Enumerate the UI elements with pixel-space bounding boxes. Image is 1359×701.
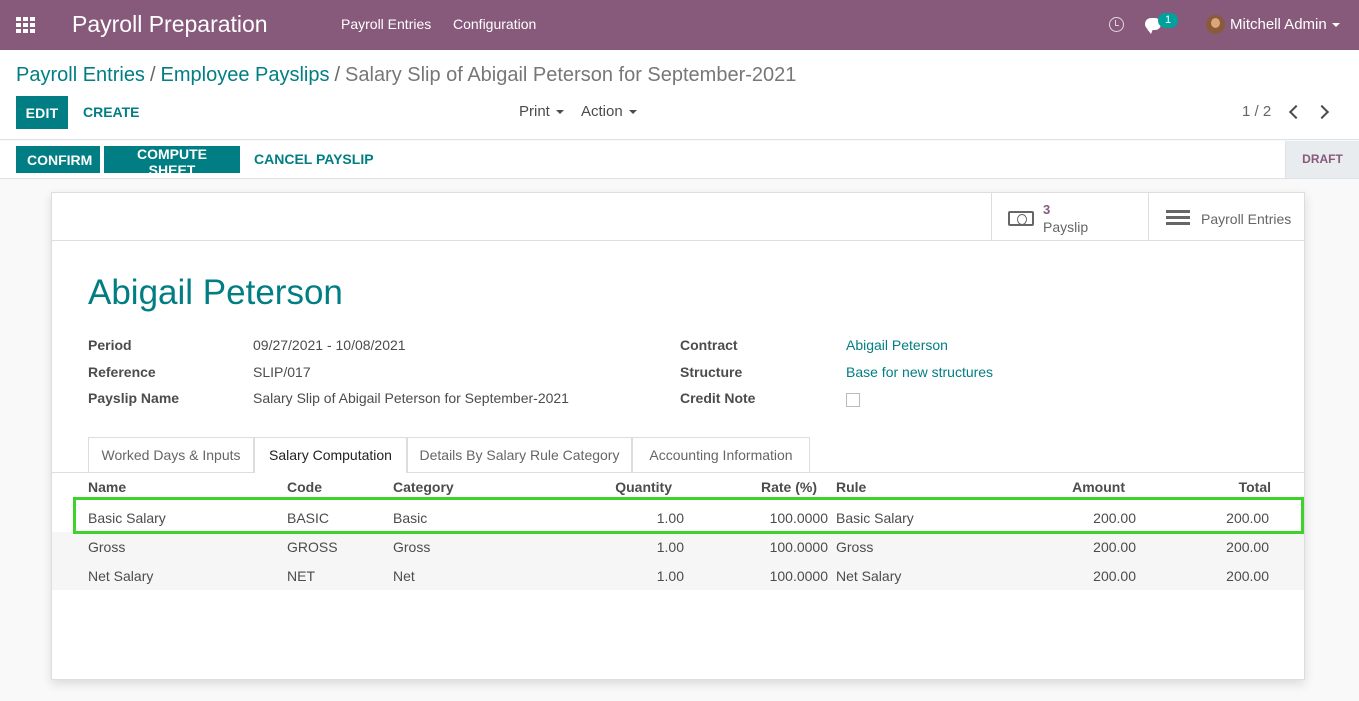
cell-category: Net — [393, 568, 415, 584]
breadcrumb-separator: / — [149, 64, 156, 86]
action-caret-down-icon — [628, 110, 637, 115]
breadcrumb-current: Salary Slip of Abigail Peterson for Sept… — [345, 64, 797, 86]
credit-note-label: Credit Note — [680, 390, 756, 406]
cell-code: NET — [287, 568, 315, 584]
employee-name[interactable]: Abigail Peterson — [88, 273, 343, 313]
cell-name: Gross — [88, 539, 126, 555]
column-header-rule[interactable]: Rule — [836, 479, 866, 495]
credit-note-checkbox[interactable] — [846, 393, 860, 407]
pager-next-icon[interactable] — [1314, 104, 1330, 120]
list-icon — [1166, 210, 1190, 226]
status-draft[interactable]: DRAFT — [1285, 141, 1359, 178]
column-header-amount[interactable]: Amount — [1025, 479, 1125, 495]
cell-total: 200.00 — [1226, 539, 1269, 555]
payroll-entries-smart-button[interactable]: Payroll Entries — [1148, 193, 1304, 241]
breadcrumb-separator: / — [334, 64, 341, 86]
messages-count-badge: 1 — [1158, 13, 1178, 28]
breadcrumb-employee-payslips[interactable]: Employee Payslips — [161, 64, 330, 86]
control-panel: Payroll Entries / Employee Payslips / Salary… — [0, 50, 1359, 140]
compute-sheet-button[interactable]: COMPUTE SHEET — [104, 146, 240, 178]
payslip-smart-button[interactable]: 3 Payslip — [991, 193, 1148, 241]
smart-button-box: 3 Payslip Payroll Entries — [52, 193, 1304, 241]
payslip-count: 3 — [1043, 202, 1051, 217]
cell-rate: 100.0000 — [769, 539, 828, 555]
app-title[interactable]: Payroll Preparation — [72, 11, 268, 38]
breadcrumb-payroll-entries[interactable]: Payroll Entries — [16, 64, 145, 86]
cell-rule: Gross — [836, 539, 874, 555]
tab-details-by-salary-rule-category[interactable]: Details By Salary Rule Category — [407, 437, 632, 472]
column-header-quantity[interactable]: Quantity — [572, 479, 672, 495]
payslip-name-value[interactable]: Salary Slip of Abigail Peterson for Sept… — [253, 390, 569, 406]
cancel-payslip-button[interactable]: CANCEL PAYSLIP — [254, 151, 374, 167]
menu-payroll-entries[interactable]: Payroll Entries — [341, 16, 431, 32]
column-header-rate[interactable]: Rate (%) — [717, 479, 817, 495]
activity-clock-icon[interactable] — [1109, 17, 1124, 32]
reference-label: Reference — [88, 364, 156, 380]
cell-rule: Net Salary — [836, 568, 902, 584]
cell-quantity: 1.00 — [656, 539, 684, 555]
cell-rate: 100.0000 — [769, 568, 828, 584]
cell-quantity: 1.00 — [656, 568, 684, 584]
cell-total: 200.00 — [1226, 568, 1269, 584]
column-header-total[interactable]: Total — [1171, 479, 1271, 495]
tab-accounting-information[interactable]: Accounting Information — [632, 437, 810, 472]
form-sheet: 3 Payslip Payroll Entries Abigail Peters… — [51, 192, 1305, 680]
table-row[interactable]: Gross GROSS Gross 1.00 100.0000 Gross 20… — [52, 532, 1304, 561]
menu-configuration[interactable]: Configuration — [453, 16, 536, 32]
contract-label: Contract — [680, 337, 738, 353]
cell-amount: 200.00 — [1093, 539, 1136, 555]
cell-code: GROSS — [287, 539, 338, 555]
breadcrumb: Payroll Entries / Employee Payslips / Salary… — [16, 64, 796, 87]
create-button[interactable]: CREATE — [83, 104, 140, 120]
top-navbar: Payroll Preparation Payroll Entries Conf… — [0, 0, 1359, 50]
structure-link[interactable]: Base for new structures — [846, 364, 993, 380]
table-row[interactable]: Net Salary NET Net 1.00 100.0000 Net Sal… — [52, 561, 1304, 590]
notebook-tabs: Worked Days & Inputs Salary Computation … — [52, 437, 1304, 473]
contract-link[interactable]: Abigail Peterson — [846, 337, 948, 353]
cell-amount: 200.00 — [1093, 568, 1136, 584]
cell-name: Net Salary — [88, 568, 154, 584]
print-dropdown[interactable]: Print — [519, 103, 564, 120]
user-avatar[interactable] — [1206, 15, 1225, 34]
user-menu[interactable]: Mitchell Admin — [1230, 16, 1327, 33]
column-header-name[interactable]: Name — [88, 479, 126, 495]
payroll-entries-label: Payroll Entries — [1201, 211, 1292, 227]
tab-worked-days-inputs[interactable]: Worked Days & Inputs — [88, 437, 254, 472]
confirm-button[interactable]: CONFIRM — [16, 146, 100, 173]
pager-previous-icon[interactable] — [1288, 104, 1304, 120]
payslip-name-label: Payslip Name — [88, 390, 180, 406]
user-caret-down-icon[interactable] — [1332, 23, 1340, 27]
edit-button[interactable]: EDIT — [16, 96, 68, 129]
apps-grid-icon[interactable] — [16, 17, 35, 33]
column-header-code[interactable]: Code — [287, 479, 322, 495]
action-dropdown[interactable]: Action — [581, 103, 637, 120]
reference-value[interactable]: SLIP/017 — [253, 364, 311, 380]
print-caret-down-icon — [555, 110, 564, 115]
money-icon — [1008, 211, 1034, 226]
column-header-category[interactable]: Category — [393, 479, 454, 495]
form-statusbar: CONFIRM COMPUTE SHEET CANCEL PAYSLIP DRA… — [0, 141, 1359, 179]
print-label: Print — [519, 103, 550, 120]
period-value[interactable]: 09/27/2021 - 10/08/2021 — [253, 337, 406, 353]
tab-salary-computation[interactable]: Salary Computation — [254, 437, 407, 473]
action-label: Action — [581, 103, 623, 120]
cell-category: Gross — [393, 539, 431, 555]
structure-label: Structure — [680, 364, 743, 380]
payslip-label: Payslip — [1043, 219, 1089, 235]
pager-value[interactable]: 1 / 2 — [1242, 103, 1271, 120]
period-label: Period — [88, 337, 132, 353]
highlighted-row-outline — [73, 497, 1304, 534]
